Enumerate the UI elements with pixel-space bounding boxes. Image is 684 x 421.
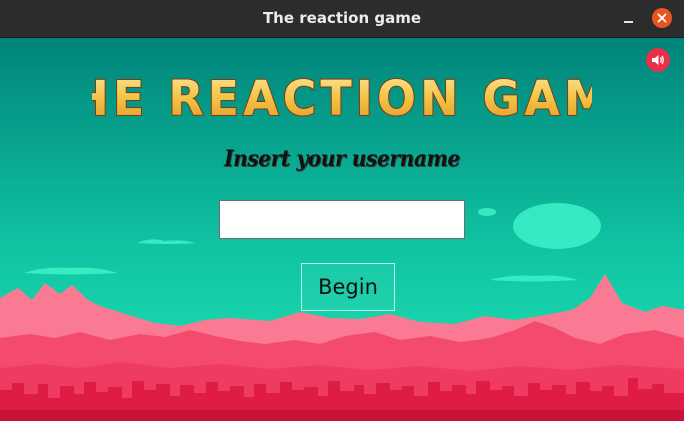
ground-strip — [0, 410, 684, 421]
close-icon[interactable] — [652, 8, 672, 28]
window-titlebar[interactable]: The reaction game — [0, 0, 684, 38]
app-window: The reaction game E REACTION GA Insert y… — [0, 0, 684, 421]
game-title-text: THE REACTION GAME — [92, 71, 592, 127]
minimize-icon[interactable] — [618, 8, 638, 28]
username-prompt: Insert your username — [224, 146, 460, 172]
begin-button[interactable]: Begin — [301, 263, 395, 311]
window-title: The reaction game — [262, 9, 422, 27]
game-title: THE REACTION GAME — [0, 66, 684, 130]
username-input[interactable] — [219, 200, 465, 239]
